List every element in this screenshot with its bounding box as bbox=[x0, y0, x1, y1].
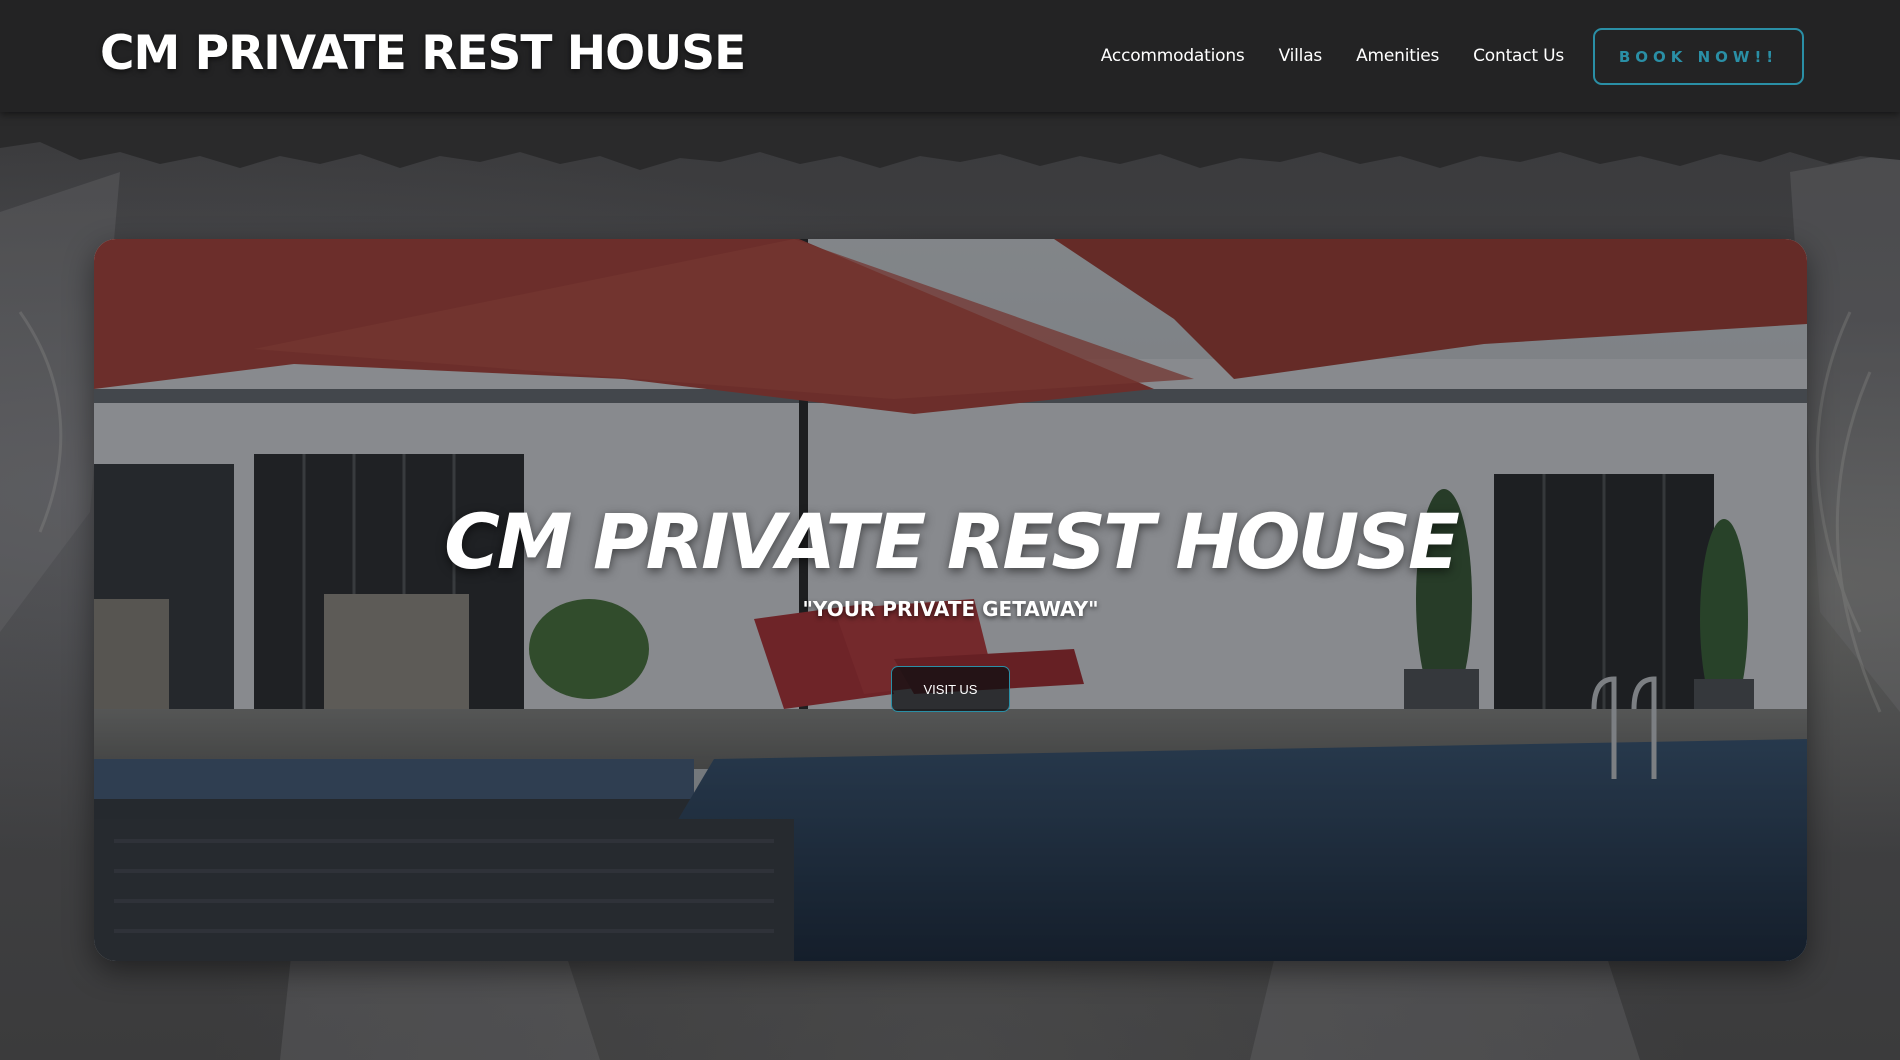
hero-title: CM PRIVATE REST HOUSE bbox=[444, 497, 1460, 586]
hero-banner: CM PRIVATE REST HOUSE "YOUR PRIVATE GETA… bbox=[94, 239, 1807, 961]
nav-villas[interactable]: Villas bbox=[1279, 46, 1323, 66]
visit-us-button[interactable]: VISIT US bbox=[891, 666, 1010, 712]
site-header: CM PRIVATE REST HOUSE Accommodations Vil… bbox=[0, 0, 1900, 112]
main-nav: Accommodations Villas Amenities Contact … bbox=[1101, 46, 1564, 66]
book-now-button[interactable]: BOOK NOW!! bbox=[1593, 28, 1804, 85]
nav-amenities[interactable]: Amenities bbox=[1356, 46, 1439, 66]
hero-subtitle: "YOUR PRIVATE GETAWAY" bbox=[802, 597, 1099, 621]
nav-accommodations[interactable]: Accommodations bbox=[1101, 46, 1245, 66]
site-logo[interactable]: CM PRIVATE REST HOUSE bbox=[100, 26, 746, 81]
nav-contact-us[interactable]: Contact Us bbox=[1473, 46, 1564, 66]
torn-edge-divider bbox=[0, 112, 1900, 170]
